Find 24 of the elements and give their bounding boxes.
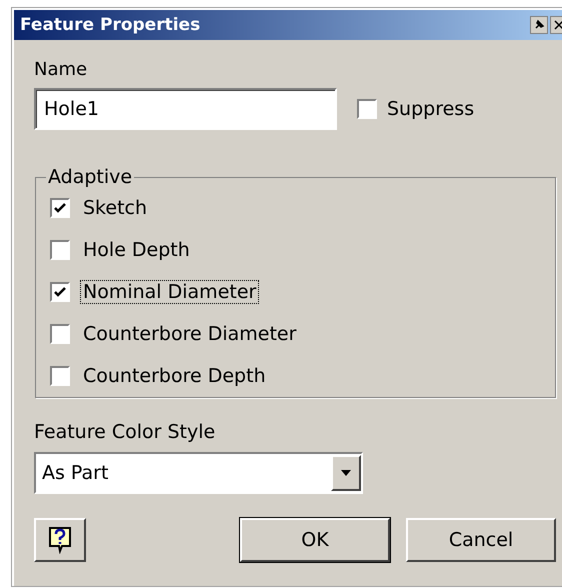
checkbox-box[interactable] [50, 282, 70, 302]
help-button[interactable] [34, 518, 86, 562]
color-style-label: Feature Color Style [34, 420, 216, 444]
checkbox-label[interactable]: Sketch [80, 196, 150, 220]
checkbox-label[interactable]: Nominal Diameter [80, 280, 260, 304]
checkbox-box[interactable] [50, 240, 70, 260]
checkbox-label[interactable]: Hole Depth [80, 238, 193, 262]
color-style-dropdown[interactable]: As Part [34, 452, 363, 494]
dialog-button[interactable]: OK [240, 518, 390, 562]
checkbox-box[interactable] [357, 99, 377, 119]
checkbox-label[interactable]: Counterbore Depth [80, 364, 269, 388]
checkbox-box[interactable] [50, 366, 70, 386]
checkbox-label[interactable]: Counterbore Diameter [80, 322, 300, 346]
help-icon [48, 526, 72, 554]
pin-icon[interactable] [530, 16, 548, 34]
checkbox-box[interactable] [50, 198, 70, 218]
window-title: Feature Properties [20, 15, 202, 35]
checkbox-box[interactable] [50, 324, 70, 344]
suppress-label: Suppress [387, 98, 474, 120]
name-label: Name [34, 58, 88, 82]
name-field[interactable]: Hole1 [34, 88, 337, 130]
group-title: Adaptive [47, 166, 134, 188]
suppress-checkbox[interactable]: Suppress [357, 98, 474, 120]
dialog-button[interactable]: Cancel [406, 518, 556, 562]
